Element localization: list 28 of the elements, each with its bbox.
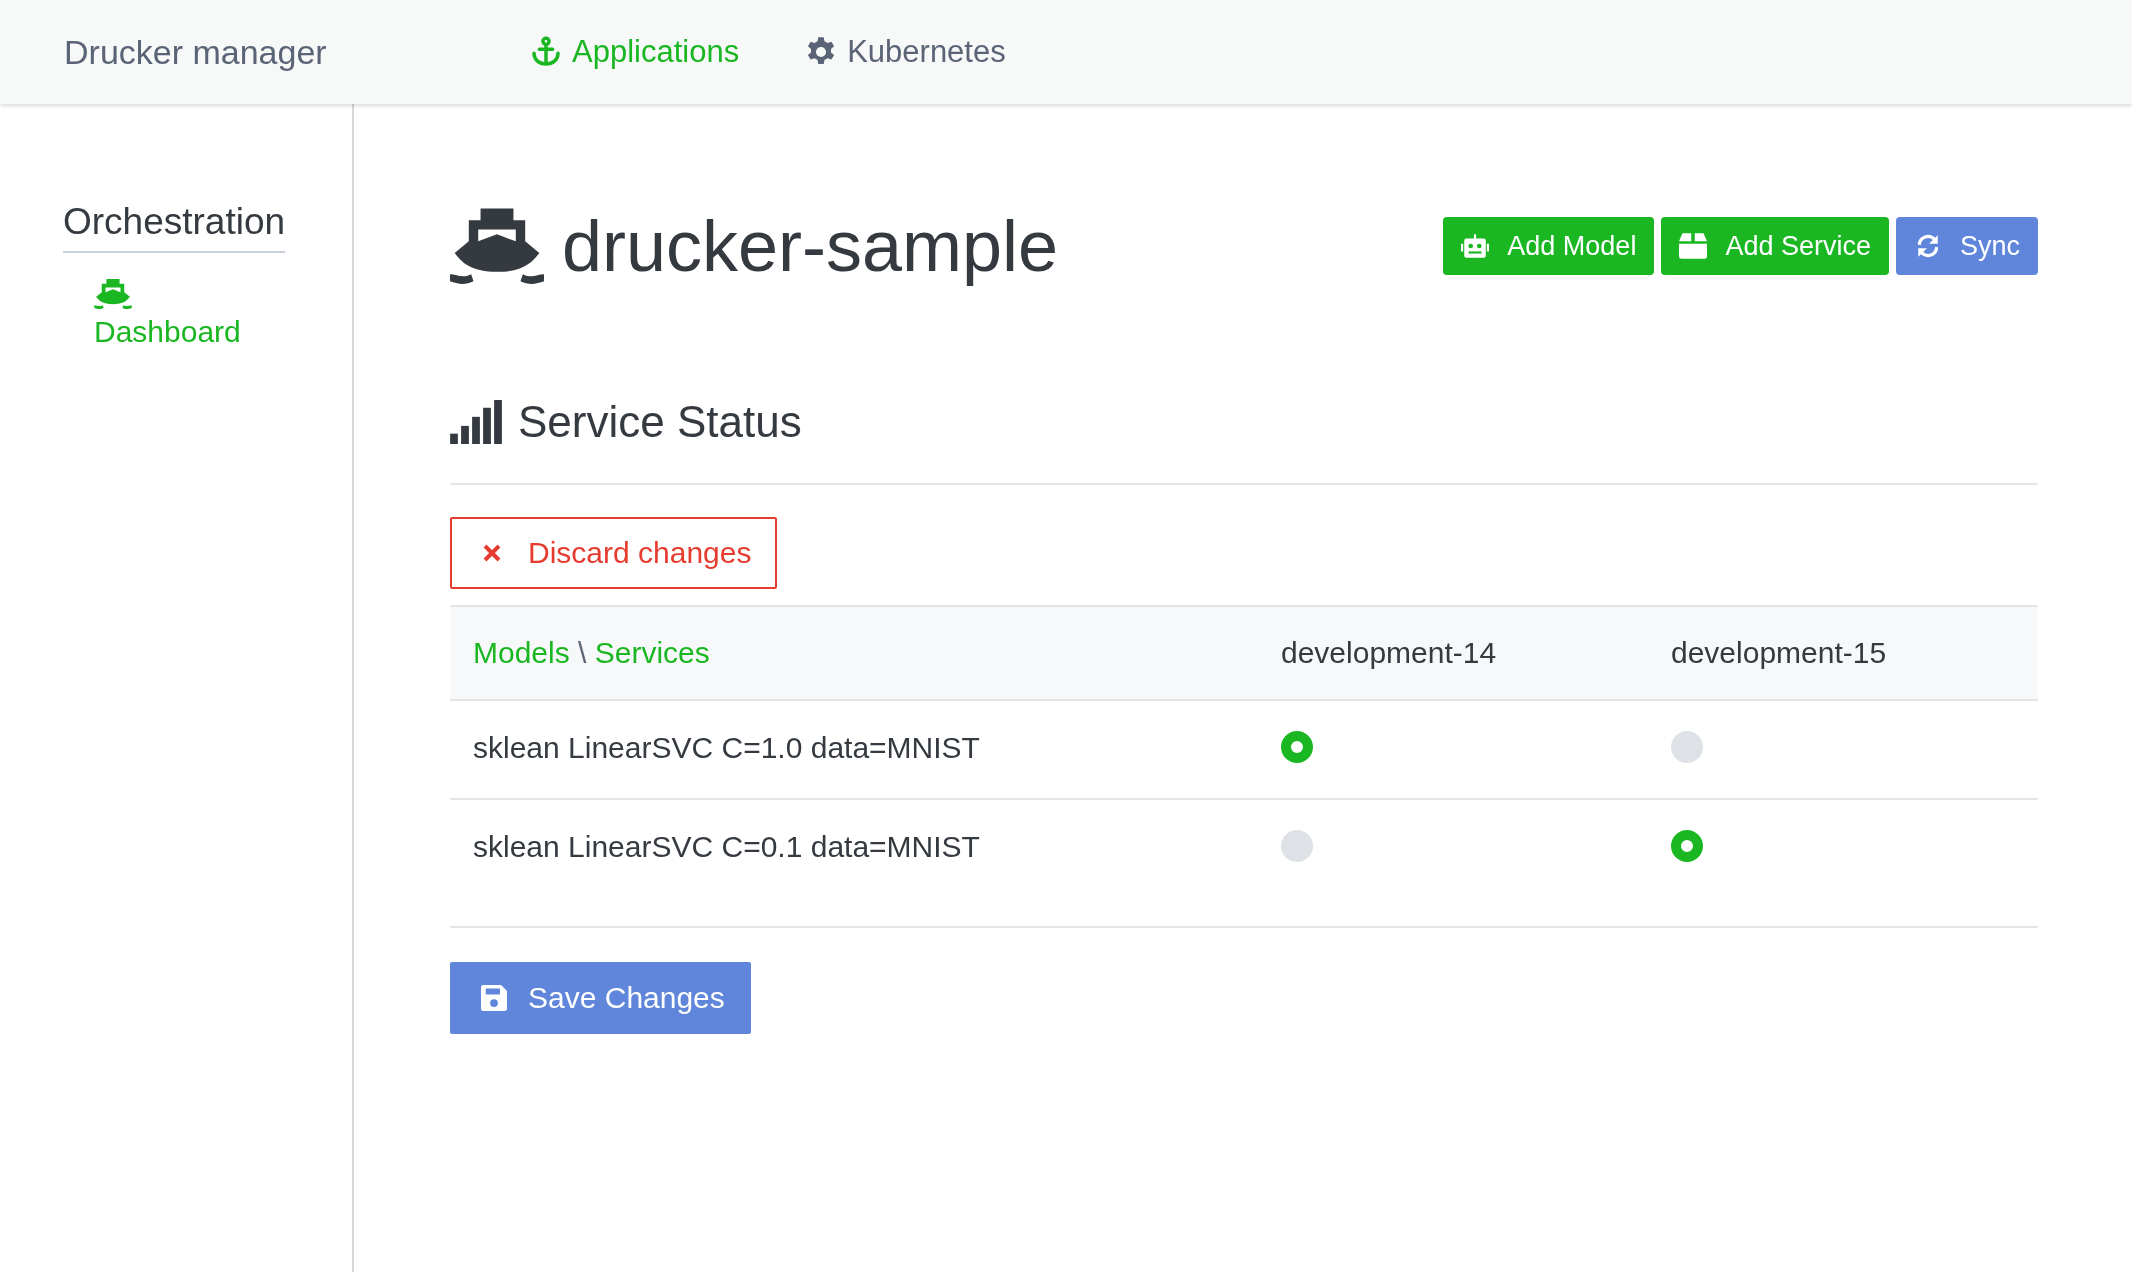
- radio-button[interactable]: [1671, 830, 1703, 862]
- column-header: development-15: [1670, 636, 1888, 670]
- section-title-text: Service Status: [518, 397, 802, 447]
- signal-bars-icon: [450, 400, 502, 444]
- nav-link[interactable]: Kubernetes: [805, 34, 1006, 70]
- box-icon: [1679, 233, 1708, 259]
- close-icon: [482, 543, 502, 563]
- sidebar-title: Orchestration: [63, 201, 286, 253]
- radio-button[interactable]: [1281, 830, 1313, 862]
- brand-title[interactable]: Drucker manager: [64, 32, 530, 72]
- table-cell-text: sklean LinearSVC C=1.0 data=MNIST: [472, 730, 981, 765]
- column-header: Models \ Services: [472, 636, 711, 670]
- ship-icon: [450, 208, 544, 284]
- radio-button[interactable]: [1281, 731, 1313, 763]
- sync-button[interactable]: Sync: [1895, 217, 2038, 275]
- robot-icon: [1461, 233, 1490, 259]
- add-button[interactable]: Add Service: [1661, 217, 1889, 275]
- nav-link[interactable]: Applications: [530, 34, 740, 70]
- discard-button[interactable]: Discard changes: [450, 517, 778, 589]
- table-cell-text: sklean LinearSVC C=0.1 data=MNIST: [472, 829, 981, 864]
- radio-button[interactable]: [1671, 731, 1703, 763]
- column-header: development-14: [1280, 636, 1498, 670]
- page-title-text: drucker-sample: [562, 205, 1059, 287]
- save-button[interactable]: Save Changes: [450, 962, 751, 1034]
- anchor-icon: [530, 36, 562, 68]
- add-button[interactable]: Add Model: [1443, 217, 1655, 275]
- ship-icon: [94, 279, 132, 309]
- sidebar-item[interactable]: Dashboard: [63, 279, 352, 349]
